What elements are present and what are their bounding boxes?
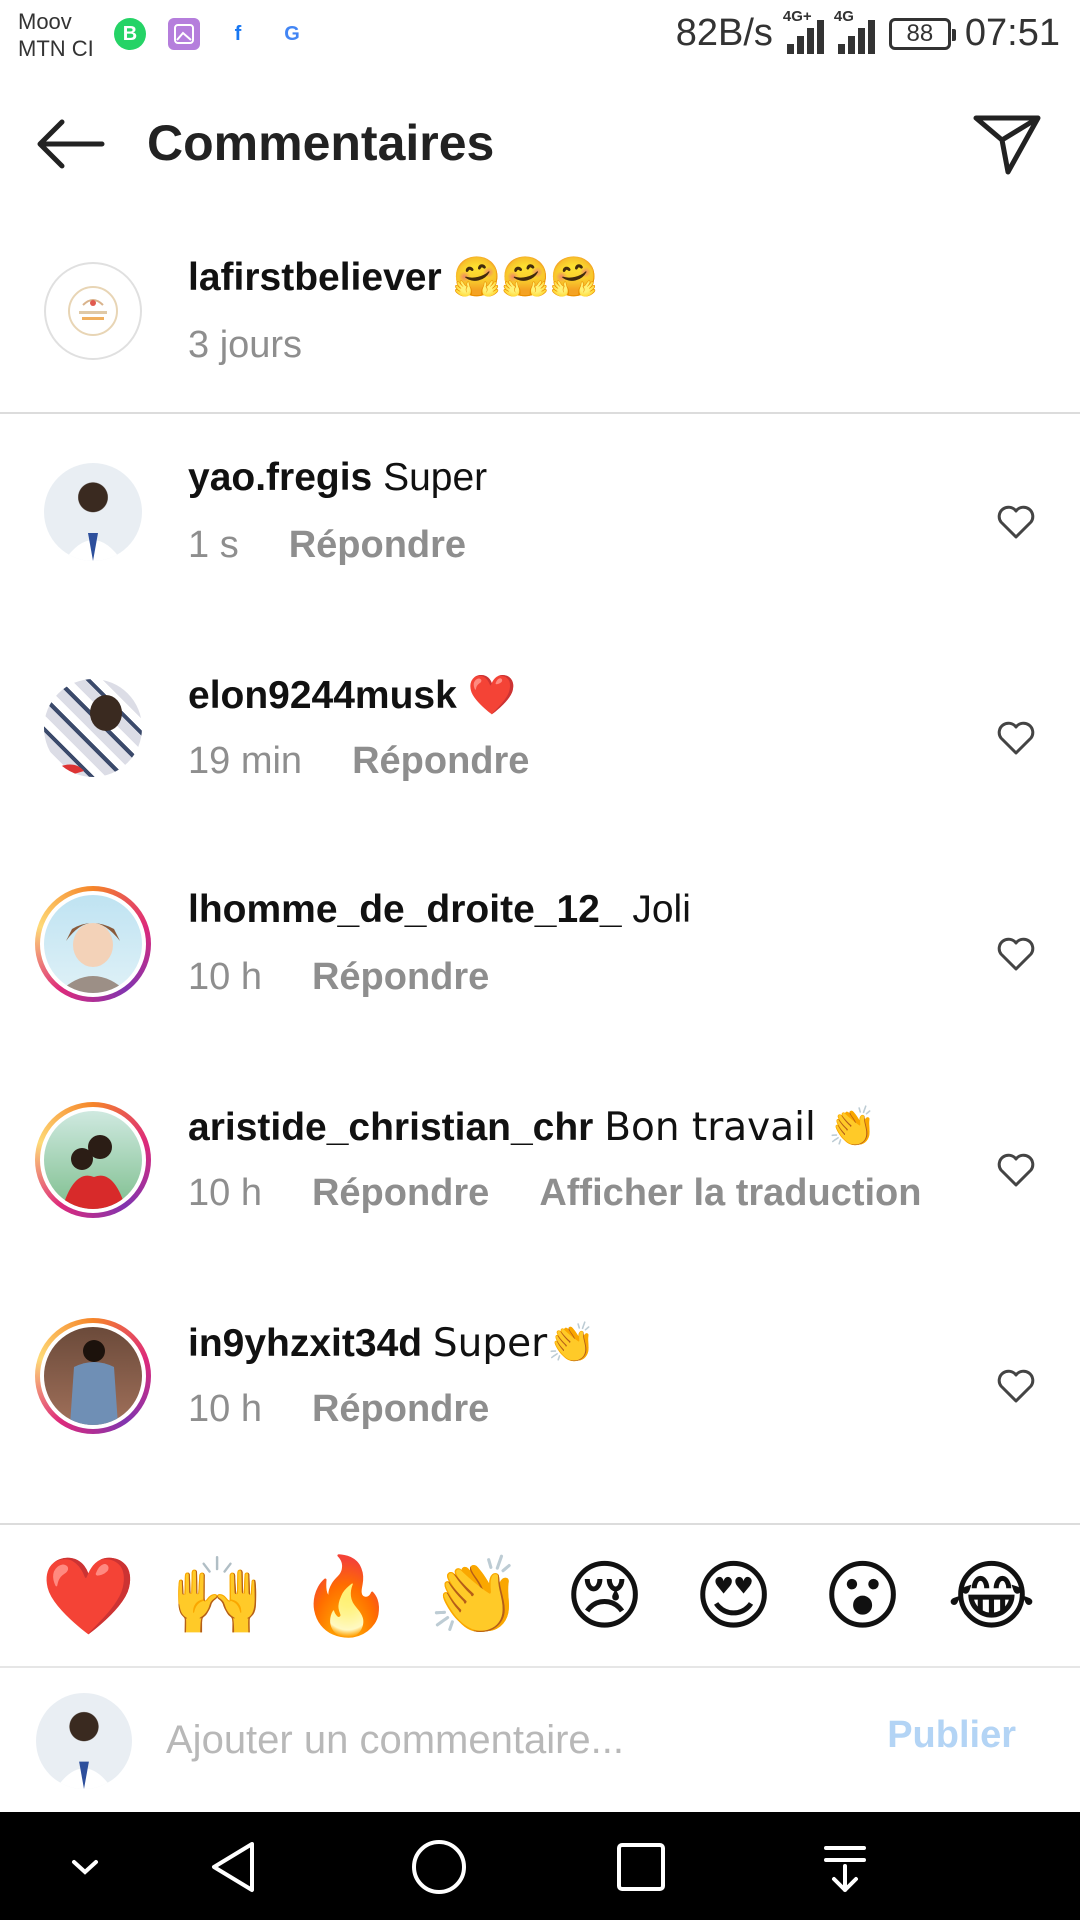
reply-button[interactable]: Répondre <box>312 956 489 999</box>
comment-input[interactable] <box>166 1708 826 1772</box>
commenter-avatar <box>40 1107 146 1213</box>
comment-text-line: yao.fregis Super <box>188 456 487 500</box>
publish-button[interactable]: Publier <box>887 1714 1016 1757</box>
carrier-name-1: Moov <box>18 9 72 34</box>
comment-text: Bon travail 👏 <box>604 1105 877 1150</box>
notification-icons: B f G <box>114 18 308 50</box>
commenter-avatar[interactable] <box>44 679 142 777</box>
reply-button[interactable]: Répondre <box>312 1388 489 1431</box>
reply-button[interactable]: Répondre <box>352 740 529 783</box>
like-heart-icon[interactable] <box>996 1152 1036 1188</box>
status-bar: Moov MTN CI B f G 82B/s 4G+ 4G 88 07:51 <box>0 0 1080 80</box>
comment-text: Super <box>383 456 488 499</box>
facebook-icon: f <box>234 22 242 45</box>
reply-button[interactable]: Répondre <box>289 524 466 567</box>
comment-text: Joli <box>632 888 691 931</box>
commenter-avatar-story-ring[interactable] <box>35 886 151 1002</box>
net-speed: 82B/s <box>675 12 773 54</box>
signal-2-label: 4G <box>833 7 854 25</box>
comment-item: aristide_christian_chr Bon travail 👏 10 … <box>0 1064 1080 1280</box>
like-heart-icon[interactable] <box>996 720 1036 756</box>
google-icon: G <box>284 22 300 45</box>
caption-avatar[interactable] <box>44 262 142 360</box>
comment-text-line: lhomme_de_droite_12_ Joli <box>188 888 691 932</box>
comment-text: ❤️ <box>467 673 517 718</box>
comment-meta: 10 h Répondre <box>188 1388 489 1431</box>
comment-text-line: elon9244musk ❤️ <box>188 672 516 718</box>
whatsapp-business-icon: B <box>114 18 146 50</box>
emoji-fire-button[interactable]: 🔥 <box>299 1548 395 1644</box>
signal-4g-icon: 4G <box>834 8 875 54</box>
commenter-avatar <box>40 891 146 997</box>
comment-time: 10 h <box>188 1388 262 1430</box>
emoji-quick-bar: ❤️ 🙌 🔥 👏 😢 😍 😮 😂 <box>0 1523 1080 1668</box>
arrow-left-icon[interactable] <box>34 118 106 170</box>
see-translation-button[interactable]: Afficher la traduction <box>539 1172 921 1215</box>
comment-time: 10 h <box>188 956 262 998</box>
caption-time: 3 jours <box>188 324 303 366</box>
carrier-info: Moov MTN CI <box>18 8 94 62</box>
notification-pull-icon[interactable] <box>810 1832 880 1902</box>
emoji-raised-hands-button[interactable]: 🙌 <box>170 1548 266 1644</box>
comment-time: 1 s <box>188 524 239 566</box>
caption-text-line: lafirstbeliever 🤗🤗🤗 <box>188 254 598 300</box>
comment-username[interactable]: in9yhzxit34d <box>188 1322 422 1365</box>
caption-username[interactable]: lafirstbeliever <box>188 256 442 299</box>
comment-username[interactable]: lhomme_de_droite_12_ <box>188 888 622 931</box>
comment-meta: 1 s Répondre <box>188 524 466 567</box>
gallery-icon <box>168 18 200 50</box>
comment-time: 10 h <box>188 1172 262 1214</box>
commenter-avatar[interactable] <box>44 463 142 561</box>
comment-composer: Publier <box>0 1668 1080 1812</box>
paper-plane-icon[interactable] <box>972 112 1042 176</box>
emoji-clap-button[interactable]: 👏 <box>428 1548 524 1644</box>
home-circle-icon[interactable] <box>404 1832 474 1902</box>
comment-text: Super👏 <box>432 1321 596 1366</box>
header: Commentaires <box>0 96 1080 192</box>
caption-meta: 3 jours <box>188 324 302 367</box>
logo-icon <box>68 286 118 336</box>
clock: 07:51 <box>964 12 1060 54</box>
recents-square-icon[interactable] <box>606 1832 676 1902</box>
status-right: 82B/s 4G+ 4G 88 07:51 <box>675 8 1060 55</box>
page-title: Commentaires <box>147 115 495 171</box>
like-heart-icon[interactable] <box>996 936 1036 972</box>
comment-meta: 10 h Répondre <box>188 956 489 999</box>
comment-username[interactable]: aristide_christian_chr <box>188 1106 593 1149</box>
comment-item: elon9244musk ❤️ 19 min Répondre <box>0 632 1080 848</box>
chevron-down-icon[interactable] <box>50 1832 120 1902</box>
like-heart-icon[interactable] <box>996 1368 1036 1404</box>
comment-text-line: in9yhzxit34d Super👏 <box>188 1320 596 1366</box>
reply-button[interactable]: Répondre <box>312 1172 489 1215</box>
system-nav-bar <box>0 1812 1080 1920</box>
comment-item: lhomme_de_droite_12_ Joli 10 h Répondre <box>0 848 1080 1064</box>
battery-level: 88 <box>906 19 934 47</box>
emoji-laughing-button[interactable]: 😂 <box>944 1548 1040 1644</box>
like-heart-icon[interactable] <box>996 504 1036 540</box>
signal-1-label: 4G+ <box>782 7 812 25</box>
emoji-heart-eyes-button[interactable]: 😍 <box>686 1548 782 1644</box>
battery-icon: 88 <box>888 17 956 50</box>
commenter-avatar-story-ring[interactable] <box>35 1102 151 1218</box>
carrier-name-2: MTN CI <box>18 36 94 61</box>
comment-username[interactable]: elon9244musk <box>188 674 457 717</box>
comment-item: yao.fregis Super 1 s Répondre <box>0 416 1080 632</box>
signal-4gplus-icon: 4G+ <box>783 8 824 54</box>
comment-time: 19 min <box>188 740 303 782</box>
comment-text-line: aristide_christian_chr Bon travail 👏 <box>188 1104 877 1150</box>
commenter-avatar-story-ring[interactable] <box>35 1318 151 1434</box>
emoji-crying-button[interactable]: 😢 <box>557 1548 653 1644</box>
emoji-heart-button[interactable]: ❤️ <box>41 1548 137 1644</box>
comment-item: in9yhzxit34d Super👏 10 h Répondre <box>0 1280 1080 1496</box>
caption-text: 🤗🤗🤗 <box>452 255 599 300</box>
commenter-avatar <box>40 1323 146 1429</box>
back-triangle-icon[interactable] <box>200 1832 270 1902</box>
post-caption: lafirstbeliever 🤗🤗🤗 3 jours <box>0 220 1080 414</box>
emoji-surprised-button[interactable]: 😮 <box>815 1548 911 1644</box>
comment-meta: 10 h Répondre Afficher la traduction <box>188 1172 921 1215</box>
comment-username[interactable]: yao.fregis <box>188 456 372 499</box>
my-avatar[interactable] <box>36 1693 132 1789</box>
comment-meta: 19 min Répondre <box>188 740 529 783</box>
